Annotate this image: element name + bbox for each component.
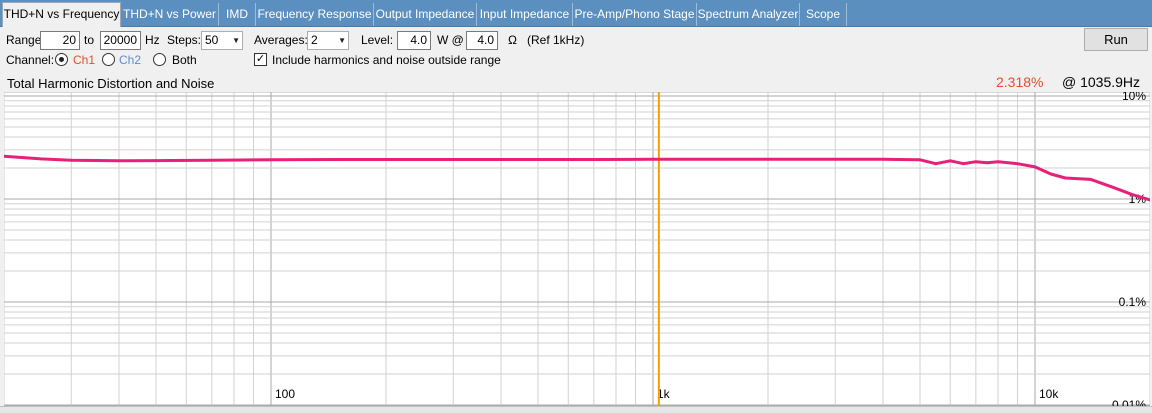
- thdn-data-point: [962, 162, 965, 166]
- both-radio[interactable]: [153, 53, 166, 66]
- thdn-data-point: [948, 159, 952, 163]
- load-impedance-input[interactable]: 4.0: [466, 31, 498, 50]
- tab-output-impedance[interactable]: Output Impedance: [374, 3, 477, 26]
- range-label: Range:: [6, 33, 45, 47]
- thdn-data-point: [833, 157, 837, 161]
- thdn-data-point: [1111, 185, 1115, 189]
- ch1-radio[interactable]: [55, 53, 68, 66]
- averages-label: Averages:: [254, 33, 308, 47]
- thdn-data-point: [269, 158, 273, 162]
- thdn-data-point: [210, 158, 214, 162]
- x-tick-label: 100: [275, 387, 295, 401]
- x-tick-label: 10k: [1039, 387, 1059, 401]
- thdn-data-point: [336, 158, 340, 161]
- thdn-data-point: [154, 159, 158, 162]
- tab-scope[interactable]: Scope: [800, 3, 847, 26]
- run-button[interactable]: Run: [1084, 28, 1148, 51]
- ch2-label: Ch2: [119, 53, 142, 67]
- ch2-radio[interactable]: [102, 53, 115, 66]
- thdn-data-point: [117, 159, 121, 163]
- include-harmonics-label: Include harmonics and noise outside rang…: [272, 53, 501, 67]
- thdn-data-point: [718, 157, 722, 161]
- status-strip: [0, 406, 1152, 413]
- hz-unit-label: Hz: [145, 33, 160, 47]
- ref-1khz-label: (Ref 1kHz): [527, 33, 585, 47]
- watts-at-label: W @: [437, 33, 464, 47]
- thdn-data-point: [1016, 162, 1019, 166]
- level-label: Level:: [361, 33, 394, 47]
- cursor-value-readout: 2.318%: [996, 74, 1044, 90]
- checkmark-icon: ✓: [255, 53, 266, 65]
- thdn-data-point: [536, 158, 540, 161]
- thdn-plot[interactable]: 100 1k 10k10%1%0.1%0.01%: [4, 92, 1150, 406]
- averages-select[interactable]: 2 ▼: [307, 31, 349, 50]
- thdn-data-point: [918, 158, 922, 162]
- thdn-data-point: [934, 162, 938, 166]
- thdn-data-point: [1063, 176, 1067, 180]
- cursor-frequency-readout: @ 1035.9Hz: [1062, 74, 1141, 90]
- tab-frequency-response[interactable]: Frequency Response: [256, 3, 374, 26]
- thdn-data-point: [592, 158, 596, 161]
- both-label: Both: [172, 53, 197, 67]
- range-from-input[interactable]: 20: [40, 31, 80, 50]
- tab-spectrum-analyzer[interactable]: Spectrum Analyzer: [697, 3, 800, 26]
- thdn-data-point: [451, 158, 455, 161]
- tab-bar: THD+N vs Frequency THD+N vs Power IMD Fr…: [0, 0, 1152, 27]
- tab-imd[interactable]: IMD: [219, 3, 256, 26]
- range-to-input[interactable]: 20000: [100, 31, 141, 50]
- steps-value: 50: [205, 33, 219, 47]
- thdn-data-point: [1131, 193, 1134, 197]
- thdn-data-point: [1033, 165, 1037, 169]
- steps-label: Steps:: [167, 33, 202, 47]
- y-tick-label: 0.01%: [1112, 398, 1146, 406]
- chevron-down-icon: ▼: [338, 36, 346, 45]
- tab-pre-amp-phono-stage[interactable]: Pre-Amp/Phono Stage: [573, 3, 697, 26]
- thdn-data-point: [996, 160, 1000, 164]
- y-tick-label: 0.1%: [1119, 295, 1147, 309]
- chevron-down-icon: ▼: [232, 36, 240, 45]
- channel-label: Channel:: [6, 53, 55, 67]
- thdn-data-point: [39, 157, 43, 161]
- thdn-data-point: [766, 157, 770, 161]
- thdn-data-point: [881, 157, 885, 161]
- ch1-label: Ch1: [73, 53, 96, 67]
- y-tick-label: 10%: [1122, 92, 1146, 103]
- tab-thdn-vs-frequency[interactable]: THD+N vs Frequency: [2, 2, 121, 27]
- averages-value: 2: [311, 33, 318, 47]
- thdn-data-point: [985, 161, 989, 165]
- steps-select[interactable]: 50 ▼: [201, 31, 243, 50]
- thdn-data-point: [651, 157, 655, 161]
- thdn-data-point: [974, 160, 978, 164]
- tab-thdn-vs-power[interactable]: THD+N vs Power: [121, 3, 219, 26]
- plot-background: [4, 92, 1150, 406]
- tab-input-impedance[interactable]: Input Impedance: [477, 3, 573, 26]
- include-harmonics-checkbox[interactable]: ✓: [254, 53, 267, 66]
- thdn-data-point: [1049, 172, 1053, 176]
- level-input[interactable]: 4.0: [397, 31, 431, 50]
- to-label: to: [84, 33, 95, 47]
- chart-title: Total Harmonic Distortion and Noise: [7, 76, 215, 91]
- thdn-data-point: [1089, 177, 1093, 181]
- ohm-unit-label: Ω: [508, 33, 517, 47]
- thdn-data-point: [384, 158, 388, 161]
- thdn-data-point: [69, 158, 73, 162]
